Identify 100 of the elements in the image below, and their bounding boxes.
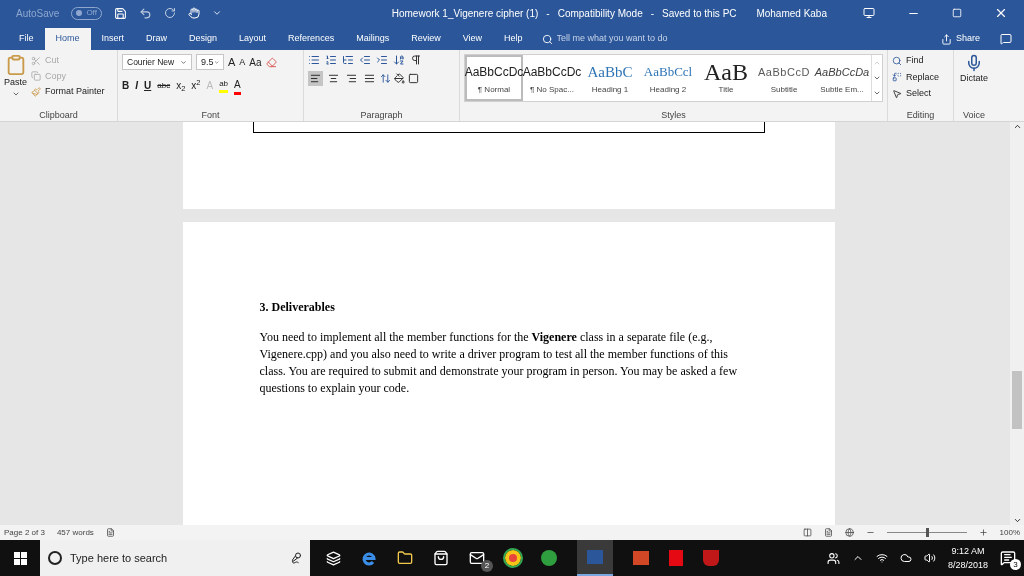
search-icon — [541, 33, 553, 45]
align-lines-icon — [328, 73, 339, 84]
style-gallery-item[interactable]: AaBbCcD Subtitle — [755, 55, 813, 101]
print-layout-icon[interactable] — [823, 528, 833, 537]
undo-icon[interactable] — [138, 6, 152, 20]
proofing-icon[interactable] — [105, 528, 115, 537]
clock-time[interactable]: 9:12 AM — [951, 544, 985, 558]
numbering-icon[interactable] — [325, 54, 337, 66]
ribbon-tab[interactable]: View — [451, 28, 494, 50]
cloud-icon[interactable] — [899, 552, 912, 564]
scroll-up-icon[interactable] — [1012, 122, 1022, 131]
line-spacing-icon[interactable] — [380, 73, 391, 84]
font-size-field[interactable]: 9.5 — [196, 54, 224, 71]
borders-icon[interactable] — [408, 73, 419, 84]
cortana-icon — [48, 551, 62, 565]
taskbar-search-box[interactable]: Type here to search — [40, 540, 310, 576]
subscript-button[interactable]: x$_{2}$ — [176, 78, 186, 93]
multilevel-list-icon[interactable] — [342, 54, 354, 66]
align-button[interactable] — [308, 71, 323, 86]
zoom-in-icon[interactable] — [978, 528, 988, 537]
save-icon[interactable] — [113, 6, 127, 20]
style-gallery-item[interactable]: AaBbC Heading 1 — [581, 55, 639, 101]
underline-button[interactable]: U — [144, 78, 152, 93]
ribbon-tab[interactable]: Home — [44, 28, 91, 50]
browser-icon[interactable] — [361, 550, 377, 566]
scroll-thumb[interactable] — [1012, 371, 1022, 429]
sort-icon[interactable] — [393, 54, 405, 66]
ribbon-tab[interactable]: Draw — [135, 28, 179, 50]
format-painter-button[interactable]: Format Painter — [31, 85, 105, 99]
customize-icon[interactable] — [211, 8, 222, 18]
store-icon[interactable] — [433, 550, 449, 566]
ribbon-tab[interactable]: File — [8, 28, 45, 50]
read-mode-icon[interactable] — [802, 528, 812, 537]
shrink-font-button[interactable]: A — [239, 55, 246, 69]
folder-icon[interactable] — [397, 550, 413, 566]
paste-button[interactable]: Paste — [4, 54, 27, 99]
touch-mode-icon[interactable] — [187, 7, 200, 19]
copy-icon — [31, 71, 41, 82]
close-icon[interactable] — [994, 6, 1008, 20]
show-marks-icon[interactable] — [410, 54, 422, 66]
ribbon-tab[interactable]: Review — [400, 28, 452, 50]
word-count[interactable]: 457 words — [56, 526, 94, 539]
microphone-icon[interactable] — [290, 552, 302, 564]
replace-button[interactable]: Replace — [892, 70, 949, 84]
redo-icon[interactable] — [163, 7, 176, 19]
comments-icon[interactable] — [1000, 33, 1012, 45]
style-gallery-item[interactable]: AaBbCcDc ¶ No Spac... — [523, 55, 581, 101]
action-center-icon[interactable] — [1000, 550, 1016, 566]
strikethrough-button[interactable]: abc — [157, 79, 171, 92]
grow-font-button[interactable]: A — [228, 54, 236, 71]
web-layout-icon[interactable] — [844, 528, 854, 537]
scroll-down-icon[interactable] — [1012, 516, 1022, 525]
clear-formatting-icon[interactable] — [265, 56, 277, 68]
share-button[interactable]: Share — [932, 28, 988, 50]
ribbon-tab[interactable]: Insert — [90, 28, 136, 50]
taskbar-search-field[interactable]: Type here to search — [70, 549, 282, 567]
style-gallery-item[interactable]: AaBbCcl Heading 2 — [639, 55, 697, 101]
caret-icon — [180, 58, 187, 66]
ribbon-display-icon[interactable] — [863, 7, 875, 19]
superscript-button[interactable]: x$^{2}$ — [191, 78, 201, 93]
font-color-button[interactable]: A — [234, 76, 241, 95]
zoom-level[interactable]: 100% — [999, 526, 1020, 539]
tell-me-field[interactable]: Tell me what you want to do — [556, 32, 717, 46]
mail-icon[interactable] — [469, 550, 485, 566]
ribbon-tab[interactable]: Mailings — [345, 28, 401, 50]
network-icon[interactable] — [875, 552, 888, 564]
ribbon-tab[interactable]: Help — [493, 28, 534, 50]
bold-button[interactable]: B — [122, 78, 130, 93]
italic-button[interactable]: I — [135, 78, 138, 93]
caret-icon — [213, 58, 219, 66]
dictate-button[interactable]: Dictate — [960, 54, 988, 86]
bullets-icon[interactable] — [308, 54, 320, 66]
increase-indent-icon[interactable] — [376, 54, 388, 66]
zoom-thumb[interactable] — [925, 528, 929, 537]
compatibility-mode: Compatibility Mode — [557, 6, 643, 21]
find-button[interactable]: Find — [892, 54, 949, 68]
page-count[interactable]: Page 2 of 3 — [4, 526, 45, 539]
highlight-button[interactable]: ab — [219, 78, 229, 93]
shading-icon[interactable] — [394, 73, 405, 84]
ribbon-tab[interactable]: Layout — [228, 28, 278, 50]
change-case-button[interactable]: Aa — [249, 54, 262, 70]
group-label: Paragraph — [359, 109, 404, 121]
style-gallery-item[interactable]: AaBbCcDa Subtle Em... — [813, 55, 871, 101]
task-view-icon[interactable] — [326, 550, 341, 566]
share-icon — [940, 33, 952, 45]
ribbon-tab[interactable]: References — [277, 28, 346, 50]
shield-app-icon[interactable] — [703, 550, 719, 566]
decrease-indent-icon[interactable] — [359, 54, 371, 66]
select-button[interactable]: Select — [892, 87, 949, 101]
style-gallery-item[interactable]: AaB Title — [697, 55, 755, 101]
scroll-down-icon[interactable] — [873, 74, 881, 82]
restore-icon[interactable] — [952, 8, 962, 18]
font-name-field[interactable]: Courier New — [122, 54, 192, 71]
clock-date[interactable]: 8/28/2018 — [947, 558, 988, 572]
ribbon-tab[interactable]: Design — [178, 28, 229, 50]
save-status: Saved to this PC — [662, 6, 737, 21]
people-icon[interactable] — [826, 551, 840, 565]
volume-icon[interactable] — [923, 552, 936, 564]
style-gallery-item[interactable]: AaBbCcDc ¶ Normal — [465, 55, 523, 101]
microphone-icon — [965, 54, 983, 72]
